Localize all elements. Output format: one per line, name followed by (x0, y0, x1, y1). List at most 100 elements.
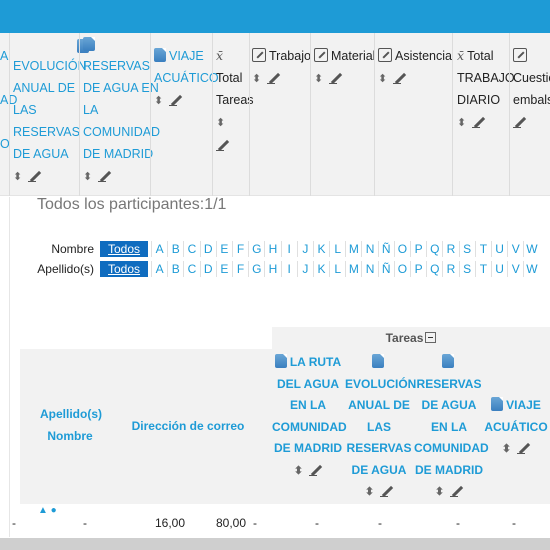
edit-icon[interactable] (267, 71, 280, 84)
filter-letter-o[interactable]: O (393, 261, 410, 277)
edit-icon[interactable] (329, 71, 342, 84)
edit-icon[interactable] (98, 169, 111, 182)
edit-icon[interactable] (517, 441, 530, 454)
filter-letter-i[interactable]: I (280, 261, 297, 277)
filter-letter-v[interactable]: V (507, 261, 523, 277)
edit-icon[interactable] (380, 484, 393, 497)
edit-icon[interactable] (450, 484, 463, 497)
edit-icon[interactable] (472, 115, 485, 128)
sort-icon[interactable]: ⬍ (252, 68, 261, 90)
sort-icon[interactable]: ⬍ (378, 68, 387, 90)
filter-letter-m[interactable]: M (345, 261, 361, 277)
sort-icon[interactable]: ⬍ (216, 112, 225, 134)
filter-letter-b[interactable]: B (167, 261, 183, 277)
filter-letter-m[interactable]: M (345, 241, 361, 257)
filter-letter-p[interactable]: P (410, 241, 426, 257)
edit-icon[interactable] (393, 71, 406, 84)
filter-letter-k[interactable]: K (312, 241, 329, 257)
filter-letter-t[interactable]: T (474, 261, 491, 277)
filter-letter-f[interactable]: F (231, 241, 248, 257)
table-cell: - (253, 516, 257, 530)
filter-letter-e[interactable]: E (215, 241, 232, 257)
sort-icon[interactable]: ⬍ (365, 482, 374, 504)
filter-letter-u[interactable]: U (490, 261, 507, 277)
sort-icon[interactable]: ⬍ (13, 166, 22, 188)
table-cell: 16,00 (155, 516, 186, 530)
filter-letter-c[interactable]: C (183, 241, 199, 257)
filter-letter-j[interactable]: J (296, 261, 313, 277)
filter-letter-q[interactable]: Q (426, 261, 442, 277)
grade-item-column[interactable]: Material ⬍ (314, 45, 375, 90)
grade-item-column[interactable]: x̄ Total Tareas ⬍ (216, 45, 254, 156)
document-icon (83, 37, 95, 51)
edit-icon[interactable] (309, 463, 322, 476)
grade-item-column[interactable]: VIAJE ACUÁTICO ⬍ (154, 45, 219, 112)
filter-letter-d[interactable]: D (199, 241, 216, 257)
filter-letter-r[interactable]: R (442, 261, 458, 277)
filter-letter-c[interactable]: C (183, 261, 199, 277)
filter-letter-g[interactable]: G (248, 241, 264, 257)
filter-letter-a[interactable]: A (151, 241, 167, 257)
grade-item-column[interactable]: EVOLUCIÓN ANUAL DE LAS RESERVAS DE AGUA … (13, 39, 89, 188)
sort-email-link[interactable]: Dirección de correo (128, 416, 248, 438)
grade-item-column[interactable]: x̄ Total TRABAJO DIARIO ⬍ (457, 45, 515, 134)
sort-icon[interactable]: ⬍ (435, 482, 444, 504)
filter-letter-s[interactable]: S (458, 261, 475, 277)
filter-letter-n[interactable]: N (361, 241, 377, 257)
filter-letter-e[interactable]: E (215, 261, 232, 277)
sort-icon[interactable]: ⬍ (294, 461, 303, 483)
filter-letter-o[interactable]: O (393, 241, 410, 257)
filter-letter-g[interactable]: G (248, 261, 264, 277)
sort-icon[interactable]: ⬍ (314, 68, 323, 90)
edit-icon[interactable] (513, 115, 526, 128)
filter-letter-u[interactable]: U (490, 241, 507, 257)
grade-item-column[interactable]: Cuestio embals (513, 45, 550, 133)
filter-letter-n[interactable]: N (361, 261, 377, 277)
filter-letter-v[interactable]: V (507, 241, 523, 257)
filter-letter-a[interactable]: A (151, 261, 167, 277)
filter-letter-t[interactable]: T (474, 241, 491, 257)
filter-all-button[interactable]: Todos (100, 261, 149, 277)
filter-letter-r[interactable]: R (442, 241, 458, 257)
filter-letter-s[interactable]: S (458, 241, 475, 257)
filter-letter-i[interactable]: I (280, 241, 297, 257)
divider (374, 33, 375, 196)
horizontal-scrollbar[interactable] (0, 538, 550, 550)
filter-letter-l[interactable]: L (329, 241, 345, 257)
sort-icon[interactable]: ⬍ (83, 166, 92, 188)
assignment-column-header[interactable]: LA RUTA DEL AGUA EN LA COMUNIDAD DE MADR… (272, 352, 347, 483)
sort-firstname-link[interactable]: Nombre (40, 426, 100, 448)
collapse-icon[interactable] (425, 332, 437, 343)
filter-letter-q[interactable]: Q (426, 241, 442, 257)
filter-letter-l[interactable]: L (329, 261, 345, 277)
filter-letter-d[interactable]: D (199, 261, 216, 277)
filter-letter-ñ[interactable]: Ñ (377, 261, 394, 277)
filter-all-button[interactable]: Todos (100, 241, 149, 257)
grade-item-title[interactable]: VIAJE ACUÁTICO (154, 45, 219, 89)
filter-letter-w[interactable]: W (523, 261, 539, 277)
grade-item-column[interactable]: RESERVAS DE AGUA EN LA COMUNIDAD DE MADR… (83, 37, 160, 188)
sort-icon[interactable]: ⬍ (154, 90, 163, 112)
filter-letter-ñ[interactable]: Ñ (377, 241, 394, 257)
grade-item-column[interactable]: Trabajo ⬍ (252, 45, 311, 90)
edit-icon[interactable] (216, 138, 229, 151)
grade-item-title[interactable]: EVOLUCIÓN ANUAL DE LAS RESERVAS DE AGUA (13, 39, 89, 165)
assignment-column-header[interactable]: VIAJE ACUÁTICO ⬍ (484, 395, 548, 461)
filter-letter-k[interactable]: K (312, 261, 329, 277)
filter-letter-j[interactable]: J (296, 241, 313, 257)
edit-icon[interactable] (28, 169, 41, 182)
sort-icon[interactable]: ⬍ (457, 112, 466, 134)
sort-lastname-link[interactable]: Apellido(s) Nombre (40, 404, 102, 448)
filter-letter-f[interactable]: F (231, 261, 248, 277)
filter-letter-h[interactable]: H (264, 261, 280, 277)
filter-letter-b[interactable]: B (167, 241, 183, 257)
assignment-column-header[interactable]: EVOLUCIÓN ANUAL DE LAS RESERVAS DE AGUA … (345, 352, 416, 504)
sort-icon[interactable]: ⬍ (502, 439, 511, 461)
assignment-column-header[interactable]: RESERVAS DE AGUA EN LA COMUNIDAD DE MADR… (414, 352, 489, 504)
filter-letter-p[interactable]: P (410, 261, 426, 277)
filter-letter-w[interactable]: W (523, 241, 539, 257)
grade-item-title[interactable]: RESERVAS DE AGUA EN LA COMUNIDAD DE MADR… (83, 55, 160, 165)
grade-item-column[interactable]: Asistencia ⬍ (378, 45, 452, 90)
filter-letter-h[interactable]: H (264, 241, 280, 257)
edit-icon[interactable] (169, 93, 182, 106)
